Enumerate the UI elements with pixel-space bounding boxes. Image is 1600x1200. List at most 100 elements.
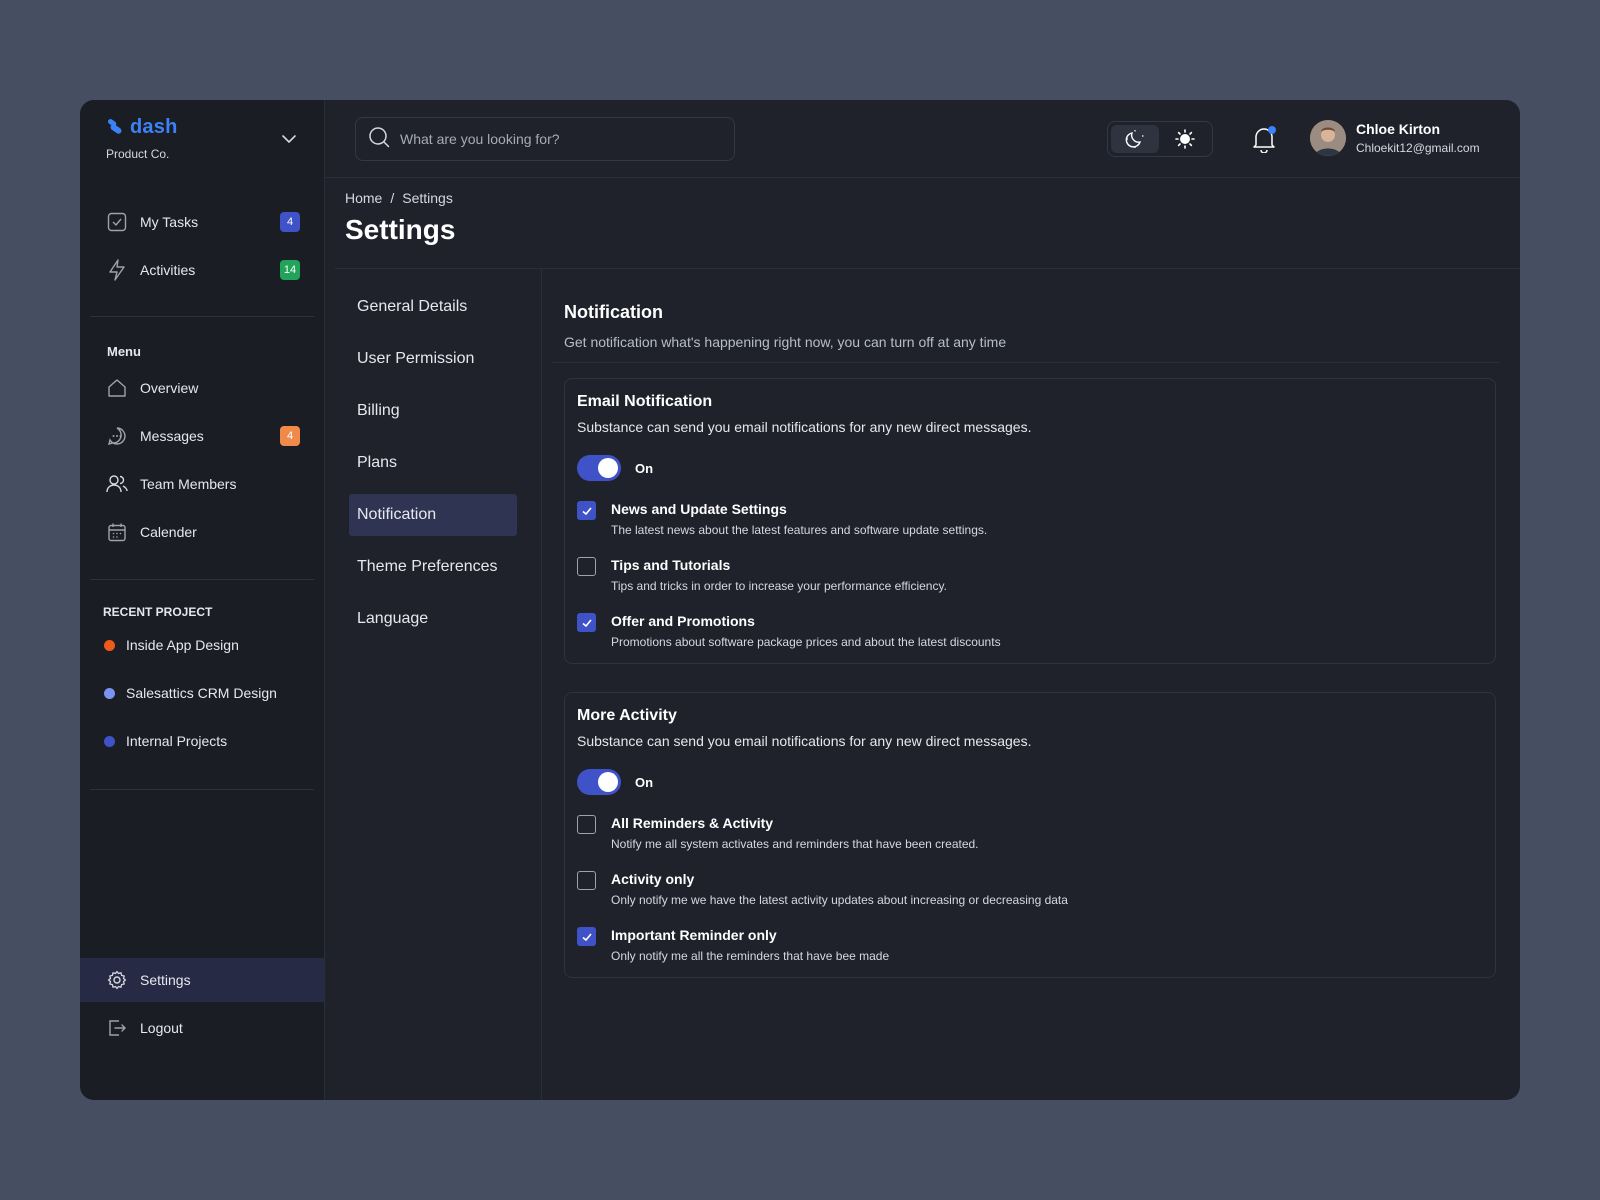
top-bar: Chloe Kirton Chloekit12@gmail.com	[325, 100, 1520, 178]
promotions-checkbox[interactable]	[577, 613, 596, 632]
option-description: Tips and tricks in order to increase you…	[611, 579, 947, 593]
sidebar: dash Product Co. My Tasks 4 Activities 1…	[80, 100, 325, 1100]
option-title: All Reminders & Activity	[611, 815, 774, 831]
option-description: Only notify me all the reminders that ha…	[611, 949, 890, 963]
toggle-switch[interactable]	[577, 455, 621, 481]
project-label: Internal Projects	[126, 733, 228, 749]
brand-subtitle: Product Co.	[106, 147, 170, 161]
sidebar-item-settings[interactable]: Settings	[80, 958, 324, 1002]
card-description: Substance can send you email notificatio…	[577, 733, 1032, 749]
settings-tab-general-details[interactable]: General Details	[349, 286, 517, 328]
menu-section-title: Menu	[107, 344, 141, 359]
messages-count-badge: 4	[280, 426, 300, 446]
brand-logo: dash	[106, 116, 177, 139]
project-color-dot	[104, 687, 115, 699]
option-news-and-updates: News and Update Settings The latest news…	[577, 501, 987, 537]
option-all-reminders: All Reminders & Activity Notify me all s…	[577, 815, 979, 851]
settings-tab-user-permission[interactable]: User Permission	[349, 338, 517, 380]
card-description: Substance can send you email notificatio…	[577, 419, 1032, 435]
activity-only-checkbox[interactable]	[577, 871, 596, 890]
activities-count-badge: 14	[280, 260, 300, 280]
gear-icon	[106, 969, 128, 991]
notification-dot	[1268, 126, 1276, 134]
sidebar-item-overview[interactable]: Overview	[80, 366, 324, 410]
sidebar-item-logout[interactable]: Logout	[80, 1006, 324, 1050]
sidebar-item-label: My Tasks	[140, 214, 199, 230]
user-profile[interactable]: Chloe Kirton Chloekit12@gmail.com	[1310, 120, 1480, 156]
email-notification-toggle[interactable]: On	[577, 455, 653, 481]
home-icon	[106, 377, 128, 399]
moon-icon	[1125, 130, 1144, 148]
project-item-internal-projects[interactable]: Internal Projects	[104, 726, 227, 756]
sidebar-item-calender[interactable]: Calender	[80, 510, 324, 554]
search-input[interactable]	[400, 131, 700, 147]
toggle-label: On	[635, 460, 654, 476]
notification-bell-button[interactable]	[1251, 125, 1277, 154]
breadcrumb-home[interactable]: Home	[345, 190, 382, 206]
brand[interactable]: dash Product Co.	[106, 116, 177, 161]
news-checkbox[interactable]	[577, 501, 596, 520]
sidebar-item-my-tasks[interactable]: My Tasks 4	[80, 200, 324, 244]
important-reminder-checkbox[interactable]	[577, 927, 596, 946]
more-activity-card: More Activity Substance can send you ema…	[564, 692, 1496, 978]
settings-tab-language[interactable]: Language	[349, 598, 517, 640]
project-item-salesattics-crm[interactable]: Salesattics CRM Design	[104, 678, 277, 708]
toggle-switch[interactable]	[577, 769, 621, 795]
option-title: Activity only	[611, 871, 695, 887]
all-reminders-checkbox[interactable]	[577, 815, 596, 834]
sidebar-item-activities[interactable]: Activities 14	[80, 248, 324, 292]
calendar-icon	[106, 521, 128, 543]
settings-tab-theme-preferences[interactable]: Theme Preferences	[349, 546, 517, 588]
option-title: News and Update Settings	[611, 501, 787, 517]
user-email: Chloekit12@gmail.com	[1356, 141, 1480, 155]
sidebar-item-team-members[interactable]: Team Members	[80, 462, 324, 506]
project-label: Salesattics CRM Design	[126, 685, 277, 701]
sidebar-item-label: Calender	[140, 524, 197, 540]
project-item-inside-app-design[interactable]: Inside App Design	[104, 630, 239, 660]
avatar	[1310, 120, 1346, 156]
tasks-count-badge: 4	[280, 212, 300, 232]
recent-project-title: RECENT PROJECT	[103, 605, 213, 619]
user-name: Chloe Kirton	[1356, 121, 1440, 137]
sidebar-item-messages[interactable]: Messages 4	[80, 414, 324, 458]
sidebar-divider	[90, 789, 314, 790]
option-description: Only notify me we have the latest activi…	[611, 893, 1068, 907]
project-color-dot	[104, 639, 115, 651]
lightning-icon	[106, 259, 128, 281]
toggle-knob	[598, 772, 618, 792]
option-title: Offer and Promotions	[611, 613, 755, 629]
option-description: The latest news about the latest feature…	[611, 523, 988, 537]
option-important-reminder: Important Reminder only Only notify me a…	[577, 927, 889, 963]
sidebar-divider	[90, 579, 314, 580]
option-activity-only: Activity only Only notify me we have the…	[577, 871, 1068, 907]
settings-tab-billing[interactable]: Billing	[349, 390, 517, 432]
card-title: Email Notification	[577, 393, 713, 410]
brand-name: dash	[130, 116, 178, 138]
settings-tab-plans[interactable]: Plans	[349, 442, 517, 484]
more-activity-toggle[interactable]: On	[577, 769, 653, 795]
main-area: Chloe Kirton Chloekit12@gmail.com Home /…	[325, 100, 1520, 1100]
light-mode-button[interactable]	[1161, 125, 1209, 153]
theme-toggle	[1107, 121, 1213, 157]
option-title: Tips and Tutorials	[611, 557, 731, 573]
project-color-dot	[104, 735, 115, 747]
dark-mode-button[interactable]	[1111, 125, 1159, 153]
sidebar-item-label: Team Members	[140, 476, 237, 492]
sidebar-item-label: Messages	[140, 428, 204, 444]
sidebar-item-label: Logout	[140, 1020, 183, 1036]
search-box[interactable]	[355, 117, 735, 161]
email-notification-card: Email Notification Substance can send yo…	[564, 378, 1496, 664]
sidebar-item-label: Settings	[140, 972, 191, 988]
task-check-icon	[106, 211, 128, 233]
chevron-down-icon[interactable]	[280, 130, 298, 148]
logout-icon	[106, 1017, 128, 1039]
section-title: Notification	[564, 302, 663, 322]
section-description: Get notification what's happening right …	[564, 334, 1007, 350]
check-icon	[581, 932, 592, 941]
users-icon	[106, 473, 128, 495]
sidebar-item-label: Overview	[140, 380, 199, 396]
tips-checkbox[interactable]	[577, 557, 596, 576]
sidebar-item-label: Activities	[140, 262, 196, 278]
project-label: Inside App Design	[126, 637, 239, 653]
settings-tab-notification[interactable]: Notification	[349, 494, 517, 536]
